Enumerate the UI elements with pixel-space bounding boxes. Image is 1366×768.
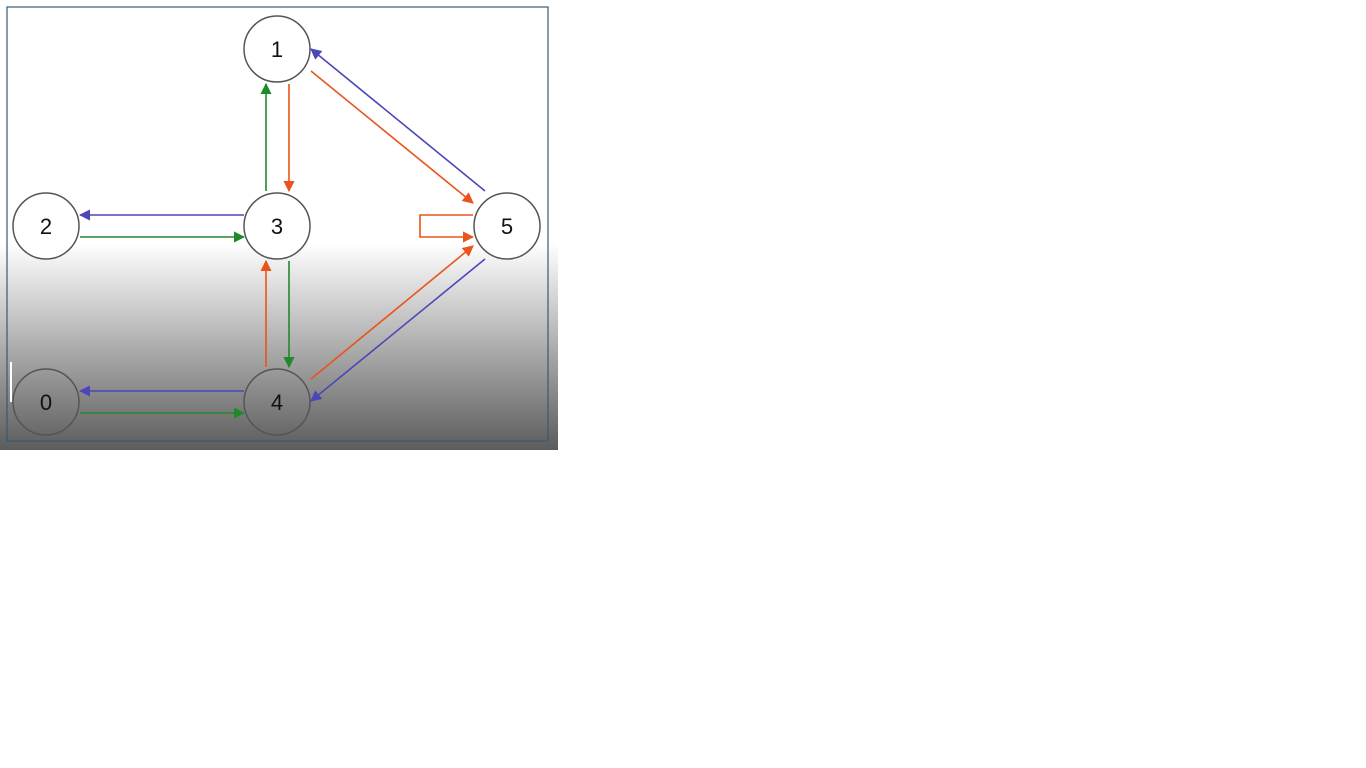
- node-0: 0: [12, 368, 80, 436]
- node-label-2: 2: [40, 214, 52, 239]
- node-1: 1: [243, 15, 311, 83]
- node-label-4: 4: [271, 390, 283, 415]
- node-2: 2: [12, 192, 80, 260]
- node-label-0: 0: [40, 390, 52, 415]
- graph-figure: 1 2 3 5 0 4: [0, 0, 558, 450]
- node-label-3: 3: [271, 214, 283, 239]
- node-label-1: 1: [271, 37, 283, 62]
- frame-edge-marker: [0, 362, 12, 402]
- node-4: 4: [243, 368, 311, 436]
- node-label-5: 5: [501, 214, 513, 239]
- node-5: 5: [473, 192, 541, 260]
- directed-graph-diagram: 1 2 3 5 0 4: [0, 0, 558, 450]
- node-3: 3: [243, 192, 311, 260]
